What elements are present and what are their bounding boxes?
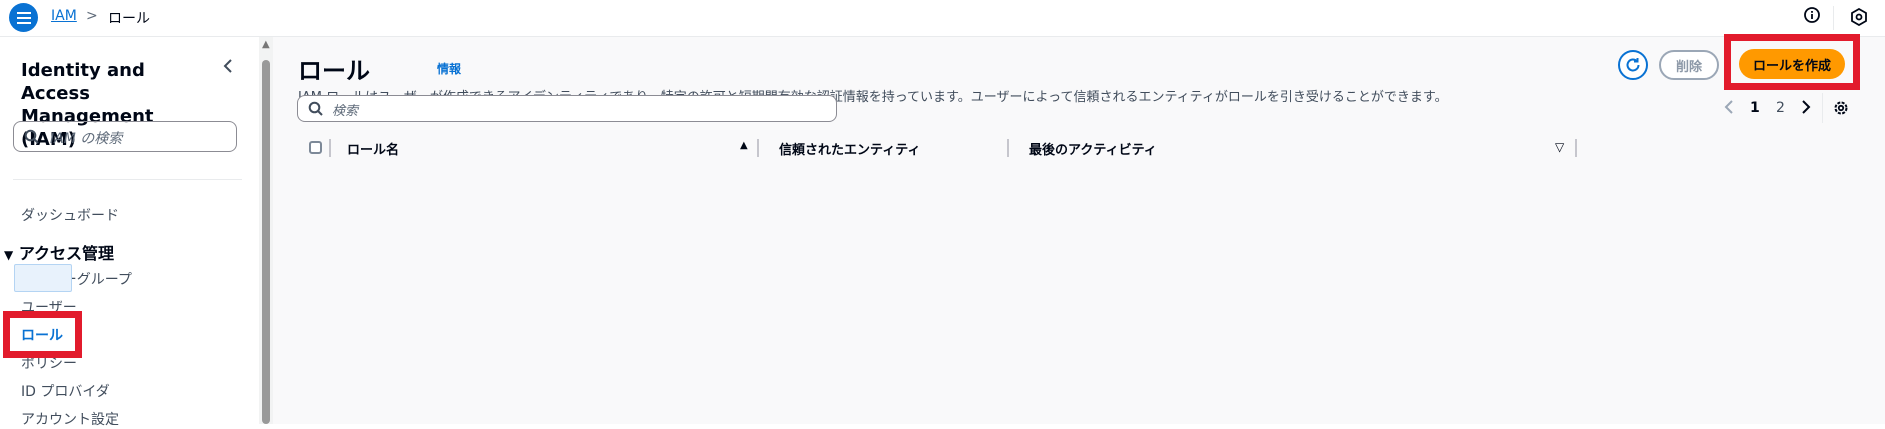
sidebar-divider (13, 179, 242, 180)
pagination-page-2[interactable]: 2 (1776, 100, 1785, 116)
breadcrumb-separator: > (86, 8, 98, 24)
topbar-divider (1833, 6, 1834, 30)
sidebar-active-indicator (14, 264, 72, 292)
hexagon-icon[interactable] (1850, 8, 1868, 26)
chevron-left-icon[interactable] (1722, 99, 1736, 115)
pagination-page-1[interactable]: 1 (1750, 100, 1760, 116)
column-separator (329, 139, 331, 157)
breadcrumb-current: ロール (108, 11, 150, 27)
refresh-icon (1626, 58, 1640, 72)
delete-button[interactable]: 削除 (1659, 50, 1719, 80)
breadcrumb-iam-link[interactable]: IAM (51, 8, 77, 24)
sidebar-item-identity-providers[interactable]: ID プロバイダ (21, 381, 110, 401)
page-title: ロール (298, 57, 370, 85)
highlight-box-roles (3, 311, 82, 358)
chevron-right-icon[interactable] (1799, 99, 1813, 115)
sidebar-search-placeholder: IAM の検索 (50, 131, 123, 147)
info-icon[interactable] (1803, 6, 1821, 24)
caret-down-icon: ▼ (4, 248, 14, 262)
info-link[interactable]: 情報 (437, 60, 461, 77)
select-all-checkbox[interactable] (309, 141, 322, 154)
table-header-row: ロール名 ▲ 信頼されたエンティティ 最後のアクティビティ ▽ (297, 137, 1867, 165)
roles-search-placeholder: 検索 (332, 104, 359, 119)
sort-ascending-icon[interactable]: ▲ (740, 140, 748, 151)
sidebar-item-account-settings[interactable]: アカウント設定 (21, 409, 119, 429)
gear-icon[interactable] (1832, 99, 1850, 117)
main-content: ロール 情報 IAM ロールはユーザーが作成できるアイデンティティであり、特定の… (273, 34, 1885, 424)
scrollbar-thumb[interactable] (262, 60, 270, 424)
sidebar: Identity and Access Management (IAM) IAM… (0, 37, 262, 428)
pagination-divider (1822, 93, 1823, 123)
top-bar: IAM > ロール (0, 0, 1885, 37)
refresh-button[interactable] (1618, 50, 1648, 80)
menu-icon (16, 11, 31, 24)
sort-caret-down-icon[interactable]: ▽ (1555, 140, 1564, 154)
column-separator (1575, 139, 1577, 157)
hamburger-menu-button[interactable] (9, 3, 38, 32)
search-icon (308, 101, 323, 116)
sidebar-section-access-management[interactable]: ▼ アクセス管理 (4, 240, 114, 264)
column-separator[interactable] (757, 139, 759, 157)
roles-search-input[interactable]: 検索 (297, 95, 837, 122)
column-header-role-name[interactable]: ロール名 (347, 139, 399, 158)
sidebar-scrollbar[interactable]: ▲ (259, 37, 273, 424)
column-header-last-activity[interactable]: 最後のアクティビティ (1029, 139, 1157, 158)
sidebar-section-label: アクセス管理 (18, 244, 115, 263)
column-separator[interactable] (1007, 139, 1009, 157)
search-icon (24, 129, 39, 144)
sidebar-search-input[interactable]: IAM の検索 (13, 121, 237, 152)
chevron-left-icon[interactable] (220, 58, 236, 74)
scroll-up-icon[interactable]: ▲ (262, 39, 270, 50)
column-header-trusted-entities[interactable]: 信頼されたエンティティ (779, 139, 920, 158)
highlight-box-create-role (1724, 34, 1860, 90)
sidebar-item-dashboard[interactable]: ダッシュボード (21, 205, 119, 225)
